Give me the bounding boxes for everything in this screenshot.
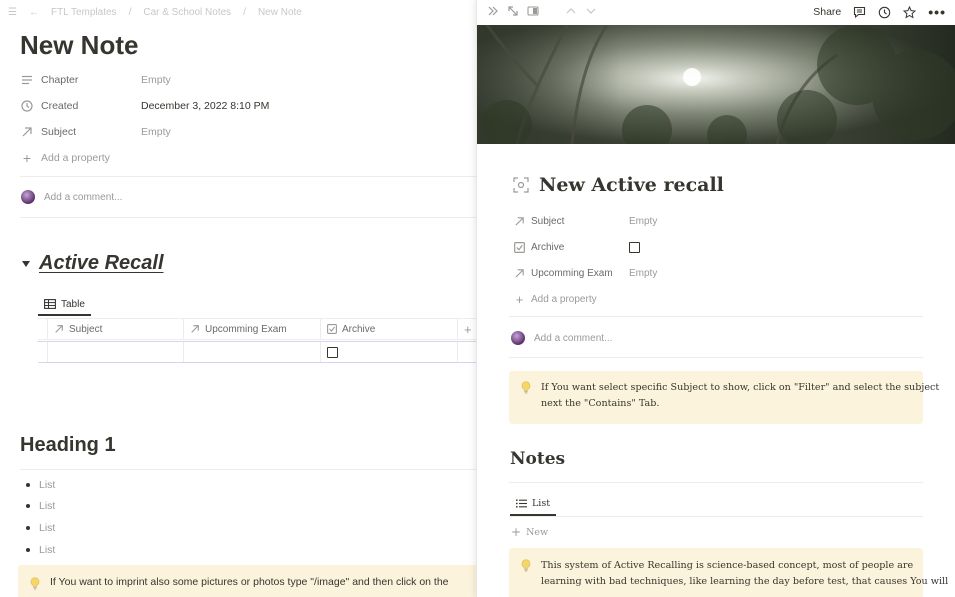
cell-subject[interactable] xyxy=(48,342,184,362)
property-value[interactable]: Empty xyxy=(629,268,657,279)
side-peek-panel: Share ••• New Active recall Subject Empt… xyxy=(476,0,955,597)
add-column-button[interactable]: + xyxy=(458,319,476,339)
divider xyxy=(20,176,476,177)
property-chapter[interactable]: Chapter Empty xyxy=(20,70,171,90)
relation-arrow-icon xyxy=(513,267,526,280)
property-name: Chapter xyxy=(41,74,79,86)
divider xyxy=(509,482,923,483)
text-lines-icon xyxy=(20,73,34,87)
main-page: ☰ ← FTL Templates / Car & School Notes /… xyxy=(0,0,476,597)
more-options-icon[interactable]: ••• xyxy=(928,4,946,20)
property-archive[interactable]: Archive xyxy=(513,237,640,257)
cell-archive[interactable] xyxy=(321,342,458,362)
breadcrumb-2[interactable]: Car & School Notes xyxy=(143,7,231,18)
archive-checkbox[interactable] xyxy=(327,346,338,358)
close-peek-icon[interactable] xyxy=(487,5,499,17)
property-subject[interactable]: Subject Empty xyxy=(20,122,171,142)
list-item[interactable]: List xyxy=(26,544,55,556)
notes-heading[interactable]: Notes xyxy=(510,449,565,469)
list-item[interactable]: List xyxy=(26,522,55,534)
comment-input[interactable]: Add a comment... xyxy=(511,331,612,345)
cover-image[interactable] xyxy=(477,25,955,144)
table-row[interactable] xyxy=(38,341,476,363)
toggle-title[interactable]: Active Recall xyxy=(39,252,164,275)
peek-mode-icon[interactable] xyxy=(527,5,539,17)
property-value[interactable]: December 3, 2022 8:10 PM xyxy=(141,100,269,112)
divider xyxy=(509,316,923,317)
relation-arrow-icon xyxy=(513,215,526,228)
new-item-button[interactable]: + New xyxy=(511,525,548,539)
relation-arrow-icon xyxy=(55,325,63,333)
column-archive[interactable]: Archive xyxy=(321,319,458,339)
divider xyxy=(20,217,476,218)
plus-icon: + xyxy=(511,525,522,539)
list-item[interactable]: List xyxy=(26,500,55,512)
heading-1[interactable]: Heading 1 xyxy=(20,434,116,457)
avatar xyxy=(511,331,525,345)
add-property-button[interactable]: + Add a property xyxy=(513,289,597,309)
property-name: Created xyxy=(41,100,79,112)
page-title[interactable]: New Note xyxy=(20,30,138,61)
plus-icon: + xyxy=(515,291,524,307)
column-subject[interactable]: Subject xyxy=(48,319,184,339)
property-value[interactable]: Empty xyxy=(629,216,657,227)
add-property-button[interactable]: + Add a property xyxy=(20,148,110,168)
tab-list-view[interactable]: List xyxy=(510,492,557,516)
comment-input[interactable]: Add a comment... xyxy=(21,190,122,204)
lightbulb-icon xyxy=(519,380,533,424)
tab-table-view[interactable]: Table xyxy=(38,294,91,316)
list-item[interactable]: List xyxy=(26,479,55,491)
breadcrumb-1[interactable]: FTL Templates xyxy=(51,7,117,18)
property-value[interactable]: Empty xyxy=(141,126,171,138)
property-created[interactable]: Created December 3, 2022 8:10 PM xyxy=(20,96,269,116)
property-name: Subject xyxy=(41,126,77,138)
comment-icon[interactable] xyxy=(853,6,866,19)
back-arrow-icon[interactable]: ← xyxy=(29,7,39,18)
menu-icon[interactable]: ☰ xyxy=(8,7,17,18)
column-upcomming-exam[interactable]: Upcomming Exam xyxy=(184,319,321,339)
list-icon xyxy=(516,499,527,507)
toggle-triangle-icon[interactable] xyxy=(22,260,30,267)
cell-upcomming-exam[interactable] xyxy=(184,342,321,362)
table-header: Subject Upcomming Exam Archive + xyxy=(38,318,476,340)
property-subject[interactable]: Subject Empty xyxy=(513,211,657,231)
callout-filter-tip[interactable]: If You want select specific Subject to s… xyxy=(509,371,939,424)
property-upcomming-exam[interactable]: Upcomming Exam Empty xyxy=(513,263,657,283)
table-icon xyxy=(44,299,56,309)
avatar xyxy=(21,190,35,204)
clock-icon xyxy=(20,99,34,113)
peek-toolbar: Share ••• xyxy=(477,0,955,25)
checkbox-icon xyxy=(327,324,337,334)
archive-checkbox[interactable] xyxy=(629,241,640,253)
divider xyxy=(509,516,923,517)
top-bar: ☰ ← FTL Templates / Car & School Notes /… xyxy=(8,6,302,18)
star-icon[interactable] xyxy=(903,5,917,19)
chevron-up-icon[interactable] xyxy=(565,5,577,17)
property-value[interactable]: Empty xyxy=(141,74,171,86)
relation-arrow-icon xyxy=(191,325,199,333)
divider xyxy=(509,357,923,358)
breadcrumb-3[interactable]: New Note xyxy=(258,7,302,18)
expand-icon[interactable] xyxy=(507,5,519,17)
relation-arrow-icon xyxy=(20,125,34,139)
share-button[interactable]: Share xyxy=(813,6,841,18)
plus-icon: + xyxy=(22,150,32,166)
lightbulb-icon xyxy=(28,576,42,597)
history-clock-icon[interactable] xyxy=(878,6,891,19)
divider xyxy=(20,469,476,470)
chevron-down-icon[interactable] xyxy=(585,5,597,17)
lightbulb-icon xyxy=(519,558,533,597)
callout-image-tip[interactable]: If You want to imprint also some picture… xyxy=(18,565,476,597)
toggle-active-recall[interactable]: Active Recall xyxy=(22,252,164,275)
callout-active-recall-info[interactable]: This system of Active Recalling is scien… xyxy=(509,548,948,597)
peek-page-title[interactable]: New Active recall xyxy=(513,174,724,196)
page-scan-icon[interactable] xyxy=(513,177,529,193)
checkbox-icon xyxy=(513,241,526,254)
